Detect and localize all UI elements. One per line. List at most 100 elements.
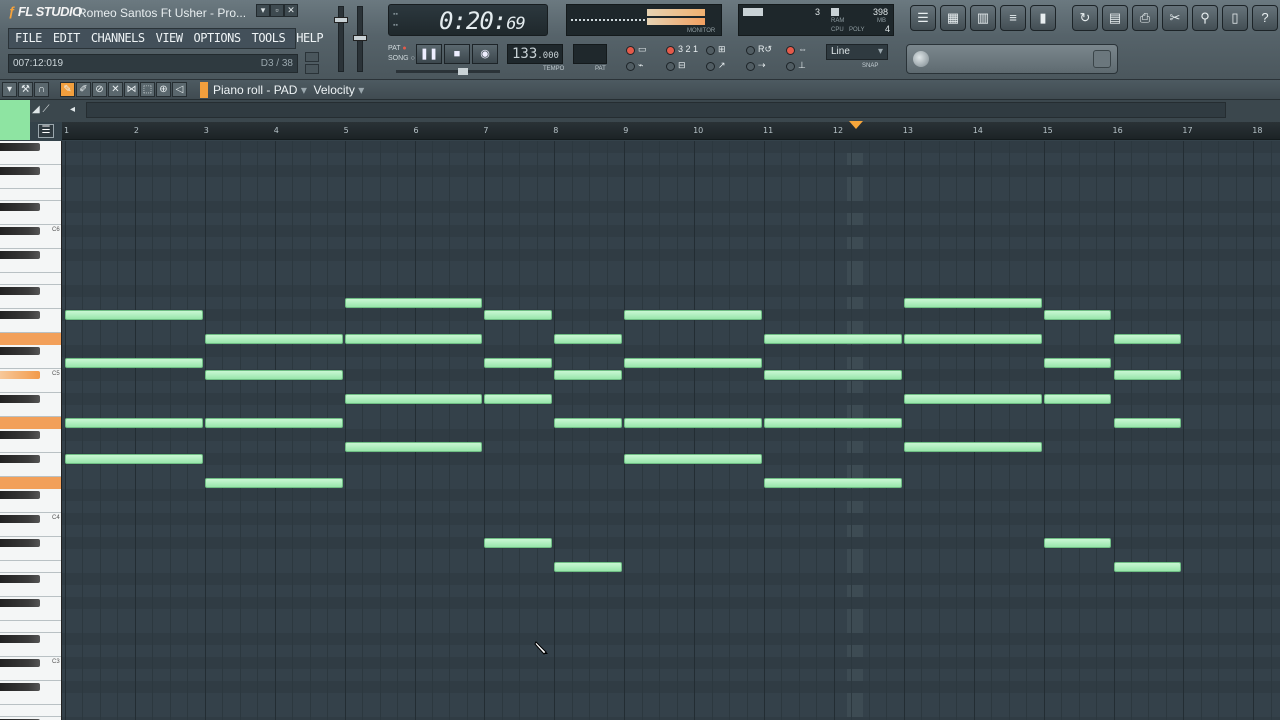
pencil-tool-icon[interactable]: ✎ xyxy=(60,82,75,97)
playhead-marker-icon[interactable] xyxy=(848,121,863,129)
midi-note[interactable] xyxy=(344,442,483,452)
white-key[interactable] xyxy=(0,596,61,597)
pat-song-switch[interactable]: PAT ● SONG ○ xyxy=(388,44,415,64)
step-edit-led[interactable] xyxy=(706,46,715,55)
countdown-icon[interactable]: 3 2 1 xyxy=(678,44,698,54)
midi-note[interactable] xyxy=(204,418,343,428)
black-key[interactable] xyxy=(0,431,40,439)
position-thumb[interactable] xyxy=(458,68,468,75)
help-icon[interactable]: ? xyxy=(1252,5,1278,31)
black-key[interactable] xyxy=(0,395,40,403)
midi-note[interactable] xyxy=(1113,334,1182,344)
midi-note[interactable] xyxy=(554,370,623,380)
black-key[interactable] xyxy=(0,599,40,607)
midi-note[interactable] xyxy=(624,310,762,320)
pattern-selector[interactable] xyxy=(573,44,607,64)
midi-note[interactable] xyxy=(1043,358,1112,368)
piano-roll-icon[interactable]: ▥ xyxy=(970,5,996,31)
white-key[interactable] xyxy=(0,333,61,345)
zoom-tool-icon[interactable]: ⊕ xyxy=(156,82,171,97)
white-key[interactable] xyxy=(0,477,61,489)
white-key[interactable] xyxy=(0,716,61,717)
white-key[interactable] xyxy=(0,200,61,201)
delete-tool-icon[interactable]: ⊘ xyxy=(92,82,107,97)
white-key[interactable] xyxy=(0,572,61,573)
white-key[interactable] xyxy=(0,656,61,657)
playlist-icon[interactable]: ☰ xyxy=(910,5,936,31)
black-key[interactable] xyxy=(0,227,40,235)
white-key[interactable] xyxy=(0,417,61,429)
multilink-led[interactable] xyxy=(786,62,795,71)
midi-note[interactable] xyxy=(344,394,483,404)
undo-icon[interactable]: ↻ xyxy=(1072,5,1098,31)
select-tool-icon[interactable]: ⬚ xyxy=(140,82,155,97)
scroll-led[interactable] xyxy=(746,62,755,71)
black-key[interactable] xyxy=(0,575,40,583)
automation-led[interactable] xyxy=(706,62,715,71)
midi-note[interactable] xyxy=(903,394,1042,404)
document-icon[interactable]: ▯ xyxy=(1222,5,1248,31)
menu-arrow-icon[interactable]: ▾ xyxy=(2,82,17,97)
channel-panel[interactable] xyxy=(906,44,1118,74)
midi-note[interactable] xyxy=(484,358,553,368)
white-key[interactable] xyxy=(0,188,61,189)
midi-note[interactable] xyxy=(624,358,762,368)
blend-icon[interactable]: ⇔ xyxy=(798,44,807,54)
midi-note[interactable] xyxy=(554,418,623,428)
midi-note[interactable] xyxy=(903,334,1042,344)
menu-help[interactable]: HELP xyxy=(290,29,328,48)
midi-note[interactable] xyxy=(204,370,343,380)
midi-note[interactable] xyxy=(1113,370,1182,380)
white-key[interactable] xyxy=(0,308,61,309)
horizontal-scrollbar[interactable] xyxy=(86,102,1226,118)
menu-channels[interactable]: CHANNELS xyxy=(85,29,150,48)
midi-note[interactable] xyxy=(554,562,623,572)
black-key[interactable] xyxy=(0,347,40,355)
channel-menu-icon[interactable] xyxy=(1093,50,1111,68)
black-key[interactable] xyxy=(0,167,40,175)
midi-note[interactable] xyxy=(903,298,1042,308)
menu-edit[interactable]: EDIT xyxy=(47,29,85,48)
midi-note[interactable] xyxy=(65,418,203,428)
black-key[interactable] xyxy=(0,251,40,259)
midi-note[interactable] xyxy=(1043,538,1112,548)
white-key[interactable] xyxy=(0,368,61,369)
black-key[interactable] xyxy=(0,659,40,667)
midi-note[interactable] xyxy=(1043,310,1112,320)
midi-note[interactable] xyxy=(65,310,203,320)
black-key[interactable] xyxy=(0,683,40,691)
midi-note[interactable] xyxy=(1113,418,1182,428)
white-key[interactable] xyxy=(0,248,61,249)
tempo-display[interactable]: 133.000 xyxy=(507,44,563,64)
scroll-mode-icon[interactable]: ⇢ xyxy=(758,60,766,71)
menu-file[interactable]: FILE xyxy=(9,29,47,48)
save-icon[interactable]: ▤ xyxy=(1102,5,1128,31)
black-key[interactable] xyxy=(0,539,40,547)
white-key[interactable] xyxy=(0,164,61,165)
midi-note[interactable] xyxy=(764,370,902,380)
record-button[interactable]: ◉ xyxy=(472,44,498,64)
white-key[interactable] xyxy=(0,632,61,633)
midi-note[interactable] xyxy=(624,418,762,428)
menu-view[interactable]: VIEW xyxy=(150,29,188,48)
cut-icon[interactable]: ✂ xyxy=(1162,5,1188,31)
black-key[interactable] xyxy=(0,491,40,499)
slice-tool-icon[interactable]: ⋈ xyxy=(124,82,139,97)
white-key[interactable] xyxy=(0,704,61,705)
white-key[interactable] xyxy=(0,680,61,681)
channel-knob-icon[interactable] xyxy=(913,51,929,67)
midi-note[interactable] xyxy=(1113,562,1182,572)
scroll-icon[interactable] xyxy=(305,64,319,74)
render-icon[interactable]: ⎙ xyxy=(1132,5,1158,31)
close-button[interactable]: ✕ xyxy=(284,4,298,17)
paint-tool-icon[interactable]: ✐ xyxy=(76,82,91,97)
mixer-icon[interactable]: ▮ xyxy=(1030,5,1056,31)
midi-note[interactable] xyxy=(204,334,343,344)
velocity-selector[interactable]: Velocity xyxy=(314,83,355,97)
master-pitch-slider[interactable] xyxy=(353,6,367,72)
playback-tool-icon[interactable]: ◁ xyxy=(172,82,187,97)
black-key[interactable] xyxy=(0,371,40,379)
midi-note[interactable] xyxy=(624,454,762,464)
white-key[interactable] xyxy=(0,560,61,561)
recording-led[interactable] xyxy=(746,46,755,55)
